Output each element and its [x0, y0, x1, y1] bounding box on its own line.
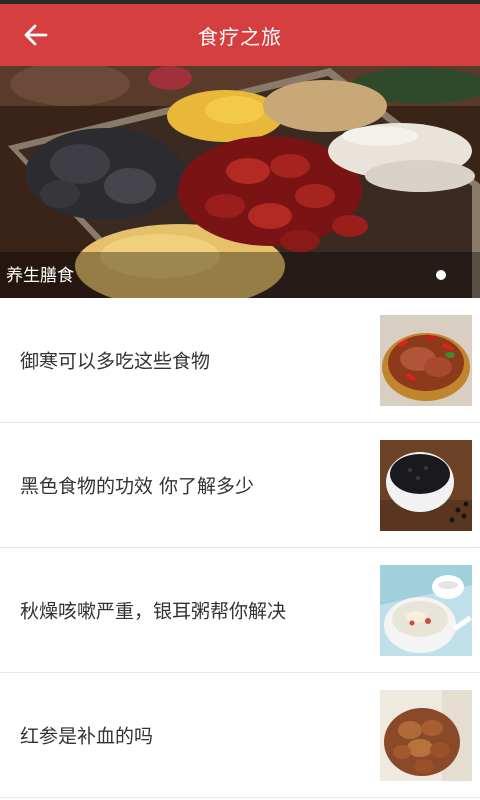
list-item[interactable]: 秋燥咳嗽严重，银耳粥帮你解决: [0, 548, 480, 673]
article-list: 御寒可以多吃这些食物 黑色食物的功效 你了解多少 秋燥咳嗽严重，银耳粥帮你解决 …: [0, 298, 480, 798]
article-thumbnail: [380, 565, 472, 656]
article-thumbnail: [380, 690, 472, 781]
red-ginseng-slices-image: [380, 690, 472, 781]
banner-caption-bar: 养生膳食: [0, 252, 480, 298]
app-header: 食疗之旅: [0, 4, 480, 66]
article-title: 红参是补血的吗: [20, 725, 154, 748]
banner-carousel[interactable]: 养生膳食: [0, 66, 480, 298]
list-item[interactable]: 黑色食物的功效 你了解多少: [0, 423, 480, 548]
list-item[interactable]: 红参是补血的吗: [0, 673, 480, 798]
black-beans-bowl-image: [380, 440, 472, 531]
article-title: 秋燥咳嗽严重，银耳粥帮你解决: [20, 600, 287, 623]
article-thumbnail: [380, 440, 472, 531]
stewed-meat-with-chili-image: [380, 315, 472, 406]
article-title: 御寒可以多吃这些食物: [20, 350, 211, 373]
article-title: 黑色食物的功效 你了解多少: [20, 475, 255, 498]
page-title: 食疗之旅: [198, 24, 282, 49]
back-button[interactable]: [14, 13, 58, 57]
carousel-indicator-dot[interactable]: [436, 270, 446, 280]
banner-caption: 养生膳食: [6, 266, 74, 286]
arrow-left-icon: [24, 24, 48, 46]
list-item[interactable]: 御寒可以多吃这些食物: [0, 298, 480, 423]
tremella-soup-bowl-image: [380, 565, 472, 656]
article-thumbnail: [380, 315, 472, 406]
